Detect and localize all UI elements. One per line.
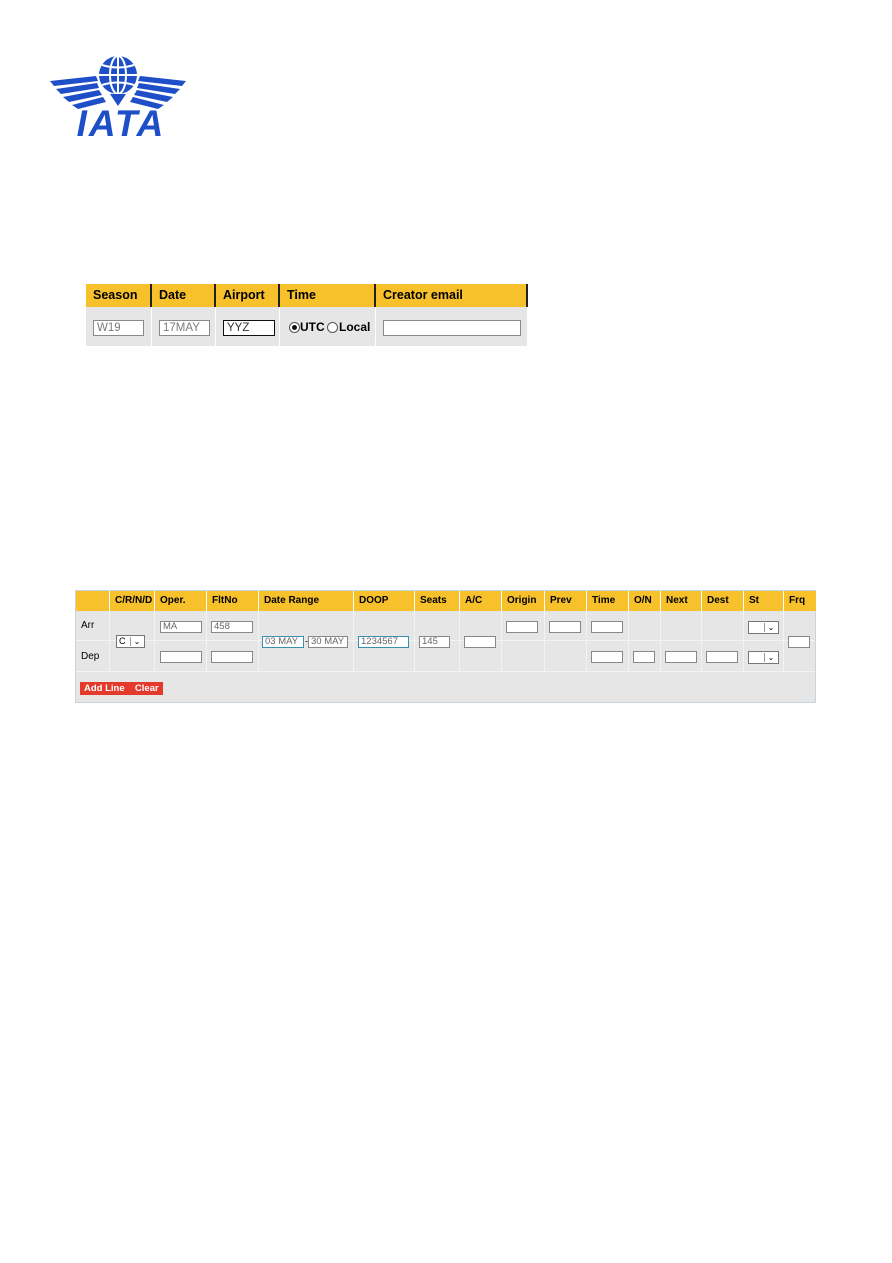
dep-fltno-input[interactable] [211, 651, 253, 663]
prev-header: Prev [544, 591, 586, 611]
origin-header: Origin [501, 591, 544, 611]
action-buttons: Add Line Clear [80, 682, 163, 695]
oper-header: Oper. [154, 591, 206, 611]
chevron-down-icon: ⌄ [764, 653, 777, 662]
iata-logo: IATA [48, 50, 188, 142]
frq-input[interactable] [788, 636, 810, 648]
crnd-header: C/R/N/D [109, 591, 154, 611]
date-from-input[interactable]: 03 MAY [262, 636, 304, 648]
date-range-header: Date Range [258, 591, 353, 611]
crnd-value: C [119, 636, 126, 646]
dep-row-label: Dep [81, 651, 100, 662]
dep-on-input[interactable] [633, 651, 655, 663]
doop-input[interactable]: 1234567 [358, 636, 409, 648]
creator-email-header: Creator email [376, 284, 528, 307]
on-header: O/N [628, 591, 660, 611]
dep-time-input[interactable] [591, 651, 623, 663]
time-header: Time [280, 284, 376, 307]
date-header: Date [152, 284, 216, 307]
time-header: Time [586, 591, 628, 611]
fltno-header: FltNo [206, 591, 258, 611]
seats-input[interactable]: 145 [419, 636, 450, 648]
arr-oper-input[interactable]: MA [160, 621, 202, 633]
arr-origin-input[interactable] [506, 621, 538, 633]
doop-header: DOOP [353, 591, 414, 611]
dep-next-input[interactable] [665, 651, 697, 663]
arr-st-select[interactable]: ⌄ [748, 621, 779, 634]
dep-st-select[interactable]: ⌄ [748, 651, 779, 664]
local-label: Local [339, 320, 371, 334]
header-form: Season Date Airport Time Creator email W… [86, 284, 528, 346]
next-header: Next [660, 591, 701, 611]
seats-header: Seats [414, 591, 459, 611]
ac-header: A/C [459, 591, 501, 611]
add-line-button[interactable]: Add Line [84, 683, 125, 694]
arr-prev-input[interactable] [549, 621, 581, 633]
dest-header: Dest [701, 591, 743, 611]
dep-oper-input[interactable] [160, 651, 202, 663]
flight-line-form: C/R/N/D Oper. FltNo Date Range DOOP Seat… [75, 590, 816, 703]
dep-dest-input[interactable] [706, 651, 738, 663]
frq-header: Frq [783, 591, 816, 611]
arr-time-input[interactable] [591, 621, 623, 633]
ac-input[interactable] [464, 636, 496, 648]
utc-radio[interactable] [289, 322, 300, 333]
date-input[interactable]: 17MAY [159, 320, 210, 336]
airport-input[interactable]: YYZ [223, 320, 275, 336]
utc-label: UTC [300, 320, 325, 334]
blank-header [76, 591, 109, 611]
chevron-down-icon: ⌄ [130, 637, 143, 646]
chevron-down-icon: ⌄ [764, 623, 777, 632]
date-to-input[interactable]: 30 MAY [308, 636, 348, 648]
st-header: St [743, 591, 783, 611]
arr-row-label: Arr [81, 620, 95, 631]
local-radio[interactable] [327, 322, 338, 333]
iata-wordmark: IATA [76, 103, 166, 144]
clear-button[interactable]: Clear [135, 683, 159, 694]
airport-header: Airport [216, 284, 280, 307]
season-header: Season [86, 284, 152, 307]
creator-email-input[interactable] [383, 320, 521, 336]
crnd-select[interactable]: C ⌄ [116, 635, 145, 648]
arr-fltno-input[interactable]: 458 [211, 621, 253, 633]
season-input[interactable]: W19 [93, 320, 144, 336]
